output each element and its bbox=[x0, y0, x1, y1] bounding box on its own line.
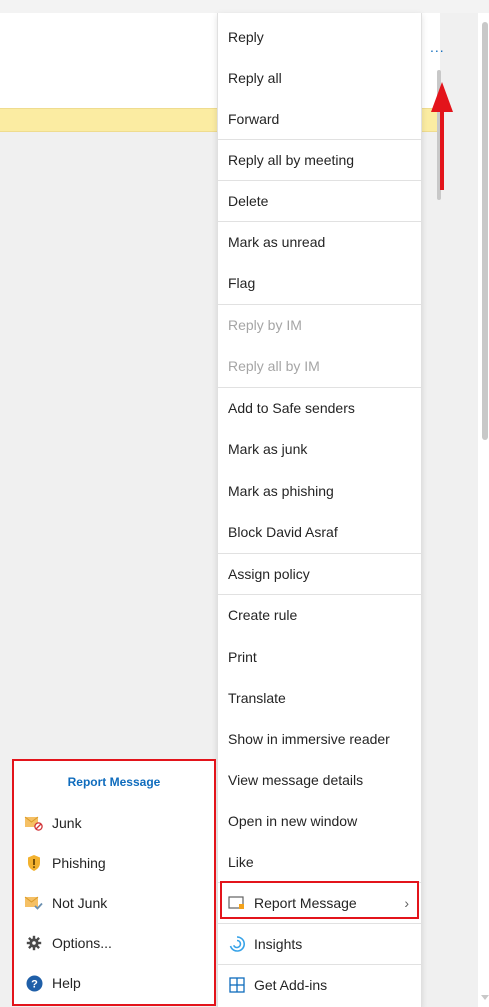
menu-item-label: Reply bbox=[228, 28, 264, 45]
menu-item-label: Get Add-ins bbox=[254, 977, 328, 993]
menu-item-flag[interactable]: Flag bbox=[218, 262, 421, 303]
gear-icon bbox=[24, 934, 44, 952]
submenu-item-label: Phishing bbox=[52, 855, 106, 871]
submenu-item-not-junk[interactable]: Not Junk bbox=[14, 883, 214, 923]
report-message-icon bbox=[228, 894, 246, 912]
menu-item-open-in-new-window[interactable]: Open in new window bbox=[218, 800, 421, 841]
menu-item-insights[interactable]: Insights bbox=[218, 923, 421, 964]
menu-item-label: Delete bbox=[228, 193, 269, 209]
menu-item-reply-by-im: Reply by IM bbox=[218, 304, 421, 345]
menu-item-label: Reply all by meeting bbox=[228, 152, 355, 168]
scroll-down-arrow-icon[interactable] bbox=[481, 995, 489, 1000]
menu-item-print[interactable]: Print bbox=[218, 636, 421, 677]
menu-item-get-add-ins[interactable]: Get Add-ins bbox=[218, 964, 421, 1005]
menu-item-block-sender[interactable]: Block David Asraf bbox=[218, 511, 421, 552]
submenu-item-junk[interactable]: Junk bbox=[14, 803, 214, 843]
submenu-title: Report Message bbox=[67, 775, 161, 789]
menu-item-label: Mark as phishing bbox=[228, 482, 334, 499]
annotation-arrow-shaft bbox=[440, 110, 444, 190]
submenu-item-options[interactable]: Options... bbox=[14, 923, 214, 963]
menu-item-label: Translate bbox=[228, 689, 286, 706]
submenu-item-label: Junk bbox=[52, 815, 82, 831]
junk-envelope-icon bbox=[24, 814, 44, 832]
menu-item-label: Create rule bbox=[228, 607, 298, 623]
menu-item-label: Reply by IM bbox=[228, 317, 302, 333]
chevron-right-icon: › bbox=[404, 895, 409, 911]
not-junk-envelope-icon bbox=[24, 894, 44, 912]
menu-item-add-to-safe-senders[interactable]: Add to Safe senders bbox=[218, 387, 421, 428]
menu-item-label: Forward bbox=[228, 110, 280, 127]
menu-item-immersive-reader[interactable]: Show in immersive reader bbox=[218, 718, 421, 759]
svg-text:?: ? bbox=[31, 978, 38, 990]
menu-item-label: Open in new window bbox=[228, 812, 358, 829]
menu-item-reply-all-by-im: Reply all by IM bbox=[218, 345, 421, 386]
top-strip bbox=[0, 0, 489, 13]
menu-item-translate[interactable]: Translate bbox=[218, 677, 421, 718]
menu-item-report-message[interactable]: Report Message › bbox=[218, 882, 421, 923]
menu-item-label: Mark as junk bbox=[228, 440, 308, 457]
menu-item-label: Add to Safe senders bbox=[228, 400, 355, 416]
menu-item-label: Block David Asraf bbox=[228, 523, 338, 540]
menu-item-label: Print bbox=[228, 648, 257, 665]
menu-item-assign-policy[interactable]: Assign policy bbox=[218, 553, 421, 594]
menu-item-delete[interactable]: Delete bbox=[218, 180, 421, 221]
menu-item-mark-as-phishing[interactable]: Mark as phishing bbox=[218, 470, 421, 511]
report-message-submenu: Report Message Junk Phishing Not Junk Op… bbox=[12, 759, 216, 1006]
menu-item-create-rule[interactable]: Create rule bbox=[218, 594, 421, 635]
menu-item-label: Reply all by IM bbox=[228, 357, 320, 374]
menu-item-label: Like bbox=[228, 853, 254, 870]
menu-item-label: Insights bbox=[254, 936, 303, 952]
menu-item-reply-all-by-meeting[interactable]: Reply all by meeting bbox=[218, 139, 421, 180]
insights-icon bbox=[228, 935, 246, 953]
menu-item-reply-all[interactable]: Reply all bbox=[218, 57, 421, 98]
menu-item-mark-as-junk[interactable]: Mark as junk bbox=[218, 428, 421, 469]
menu-item-label: Reply all bbox=[228, 69, 282, 86]
menu-item-reply[interactable]: Reply bbox=[218, 16, 421, 57]
menu-item-like[interactable]: Like bbox=[218, 841, 421, 882]
menu-item-label: Report Message bbox=[254, 895, 357, 911]
help-icon: ? bbox=[24, 974, 44, 992]
menu-item-mark-as-unread[interactable]: Mark as unread bbox=[218, 221, 421, 262]
submenu-item-help[interactable]: ? Help bbox=[14, 963, 214, 1003]
annotation-arrow-up-icon bbox=[431, 82, 453, 112]
menu-item-label: Mark as unread bbox=[228, 234, 326, 250]
submenu-item-label: Help bbox=[52, 975, 81, 991]
menu-item-forward[interactable]: Forward bbox=[218, 98, 421, 139]
message-actions-menu: Reply Reply all Forward Reply all by mee… bbox=[217, 13, 422, 1007]
phishing-shield-icon bbox=[24, 854, 44, 872]
more-actions-button[interactable]: ... bbox=[430, 39, 445, 55]
menu-item-view-message-details[interactable]: View message details bbox=[218, 759, 421, 800]
menu-item-label: View message details bbox=[228, 771, 364, 788]
menu-item-label: Show in immersive reader bbox=[228, 730, 390, 747]
page-scrollbar-thumb[interactable] bbox=[482, 22, 488, 440]
submenu-item-label: Options... bbox=[52, 935, 112, 951]
add-ins-grid-icon bbox=[228, 976, 246, 994]
submenu-item-label: Not Junk bbox=[52, 895, 108, 911]
menu-item-label: Flag bbox=[228, 274, 256, 291]
submenu-item-phishing[interactable]: Phishing bbox=[14, 843, 214, 883]
menu-item-label: Assign policy bbox=[228, 566, 310, 582]
